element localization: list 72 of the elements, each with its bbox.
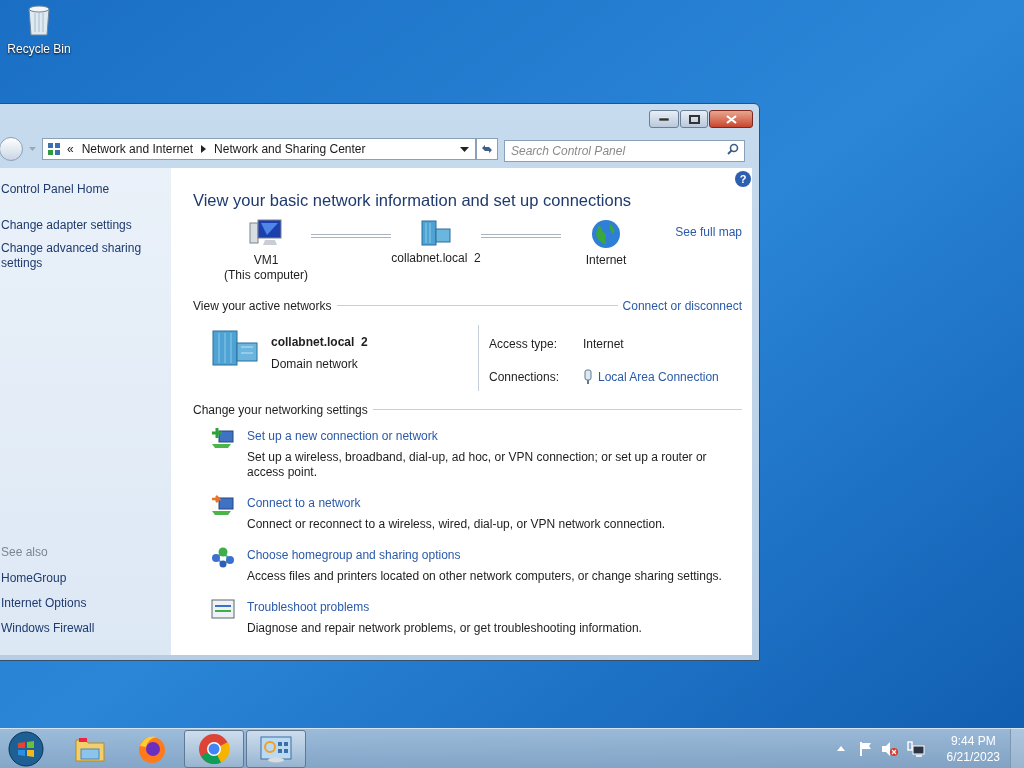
sidebar-link[interactable]: Control Panel Home (1, 182, 171, 197)
fox-globe-icon (137, 733, 167, 764)
server-building-icon (420, 218, 452, 247)
task-description: Diagnose and repair network problems, or get troubleshooting information. (247, 620, 643, 636)
refresh-button[interactable] (476, 138, 498, 160)
show-desktop-button[interactable] (1010, 728, 1024, 768)
network-type: Domain network (271, 355, 359, 373)
close-icon (725, 114, 737, 124)
network-plus-icon (211, 426, 235, 449)
speaker-muted-icon[interactable] (880, 740, 899, 757)
flag-icon[interactable] (858, 740, 873, 757)
back-button[interactable] (0, 137, 23, 161)
desktop-icon-label[interactable]: Recycle Bin (7, 40, 71, 58)
taskbar-app-button[interactable] (184, 729, 244, 768)
folder-icon (75, 735, 105, 762)
node-label: VM1 (253, 252, 279, 268)
maximize-button[interactable] (680, 110, 708, 128)
dropdown-arrow-icon (29, 147, 36, 151)
task-link[interactable]: Set up a new connection or network (247, 428, 438, 443)
globe-icon (591, 218, 621, 249)
search-field[interactable]: Search Control Panel (504, 140, 745, 162)
ethernet-plug-icon (583, 369, 593, 386)
task-description: Connect or reconnect to a wireless, wired, dial-up, or VPN network connection. (247, 516, 667, 532)
control-panel-icon (47, 142, 61, 156)
breadcrumb-item[interactable]: Network and Sharing Center (214, 140, 366, 158)
node-sublabel: (This computer) (224, 267, 308, 283)
connect-or-disconnect-link[interactable]: Connect or disconnect (622, 296, 742, 315)
page-heading: View your basic network information and set up connections (193, 190, 633, 211)
address-bar[interactable]: « Network and Internet Network and Sharing Center (42, 138, 476, 160)
section-heading: Change your networking settings (193, 401, 368, 419)
task-link[interactable]: Troubleshoot problems (247, 599, 370, 614)
help-button[interactable]: ? (735, 171, 751, 187)
taskbar-app-button[interactable] (246, 729, 306, 768)
local-area-connection-link[interactable]: Local Area Connection (598, 368, 719, 387)
task-link[interactable]: Choose homegroup and sharing options (247, 547, 461, 562)
minimize-button[interactable] (649, 110, 679, 128)
monitor-tool-icon (211, 597, 235, 620)
sidebar-link[interactable]: Change adapter settings (1, 218, 171, 233)
sidebar-link[interactable]: Internet Options (1, 594, 171, 612)
maximize-icon (688, 114, 700, 124)
windows-logo-icon (8, 730, 44, 767)
network-computer-icon[interactable] (906, 740, 925, 757)
chevron-right-icon[interactable] (201, 145, 207, 153)
sidebar-link[interactable]: Change advanced sharing settings (1, 241, 171, 271)
sidebar-link[interactable]: HomeGroup (1, 569, 171, 587)
refresh-icon (480, 143, 494, 155)
start-button[interactable] (6, 729, 46, 768)
connected-spheres-icon (211, 545, 235, 568)
breadcrumb-overflow[interactable]: « (67, 140, 74, 158)
access-type-label: Access type: (489, 336, 559, 354)
connections-label: Connections: (489, 369, 561, 387)
see-also-heading: See also (1, 544, 49, 561)
sidebar-link[interactable]: Windows Firewall (1, 619, 171, 637)
server-building-icon (211, 328, 261, 367)
control-panel-window-icon (260, 734, 292, 763)
network-arrow-icon (211, 493, 235, 516)
search-icon (727, 143, 739, 155)
trash-bin-icon[interactable] (26, 4, 52, 36)
task-link[interactable]: Connect to a network (247, 495, 361, 510)
minimize-icon (659, 117, 669, 121)
close-button[interactable] (709, 110, 753, 128)
see-full-map-link[interactable]: See full map (675, 222, 742, 241)
breadcrumb-item[interactable]: Network and Internet (81, 140, 194, 158)
chrome-logo-icon (198, 732, 230, 765)
network-name: collabnet.local 2 (271, 333, 368, 351)
section-heading: View your active networks (193, 297, 332, 315)
access-type-value: Internet (583, 336, 625, 354)
node-label: Internet (585, 252, 627, 268)
dropdown-arrow-icon[interactable] (460, 146, 469, 152)
task-description: Access files and printers located on other network computers, or change sharing settings. (247, 568, 723, 584)
node-label: collabnet.local 2 (391, 250, 481, 266)
task-description: Set up a wireless, broadband, dial-up, ad hoc, or VPN connection; or set up a router or access point. (247, 449, 708, 480)
